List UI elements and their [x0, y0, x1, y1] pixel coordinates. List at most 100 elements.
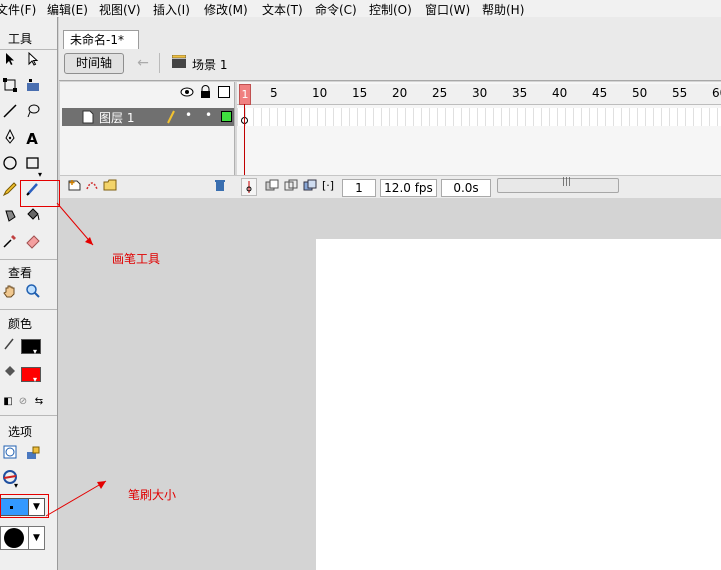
- layer-row[interactable]: 图层 1 • •: [62, 108, 234, 126]
- ruler-tick: 5: [270, 86, 278, 100]
- lock-dot-icon[interactable]: •: [205, 108, 212, 122]
- fill-color-swatch[interactable]: [21, 367, 41, 382]
- brush-tool-highlight-box: [20, 180, 60, 207]
- layer-page-icon: [82, 110, 94, 127]
- current-frame-field[interactable]: 1: [342, 179, 376, 197]
- subselection-tool-icon[interactable]: [23, 51, 43, 72]
- layer-name[interactable]: 图层 1: [99, 109, 134, 126]
- modify-onion-markers-icon[interactable]: [·]: [322, 179, 334, 192]
- lasso-tool-icon[interactable]: [23, 103, 43, 123]
- divider: [159, 53, 160, 73]
- ruler-tick: 15: [352, 86, 368, 100]
- menu-view[interactable]: 视图(V): [99, 1, 141, 18]
- brush-mode-icon[interactable]: [0, 445, 20, 465]
- menu-bar: 文件(F) 编辑(E) 视图(V) 插入(I) 修改(M) 文本(T) 命令(C…: [0, 0, 721, 18]
- text-tool-icon[interactable]: A: [22, 129, 42, 149]
- scene-label[interactable]: 场景 1: [192, 56, 227, 73]
- frame-rate-field[interactable]: 12.0 fps: [380, 179, 437, 197]
- lock-icon[interactable]: [200, 85, 211, 101]
- timeline-footer: [·] 1 12.0 fps 0.0s ◂: [60, 175, 721, 198]
- scene-clapper-icon: [171, 54, 187, 68]
- brush-size-arrow: [45, 480, 107, 517]
- paint-bucket-tool-icon[interactable]: [23, 207, 43, 227]
- ruler-tick: 35: [512, 86, 528, 100]
- frame-ruler[interactable]: 5 10 15 20 25 30 35 40 45 50 55 60: [237, 84, 721, 105]
- swap-colors-icon[interactable]: ⇆: [29, 392, 49, 412]
- onion-outlines-icon[interactable]: [284, 179, 298, 196]
- gradient-transform-tool-icon[interactable]: [23, 77, 43, 97]
- back-arrow-icon[interactable]: ←: [133, 53, 153, 73]
- add-motion-guide-icon[interactable]: [85, 179, 99, 194]
- brush-tool-arrow: [56, 202, 94, 246]
- frames-row[interactable]: [237, 108, 721, 126]
- ruler-tick: 10: [312, 86, 328, 100]
- brush-tool-annotation: 画笔工具: [112, 252, 161, 266]
- timeline-horizontal-scrollbar[interactable]: |||: [497, 177, 619, 193]
- playhead[interactable]: 1: [239, 84, 251, 105]
- edit-multiple-frames-icon[interactable]: [303, 179, 317, 196]
- zoom-tool-icon[interactable]: [23, 283, 43, 303]
- menu-control[interactable]: 控制(O): [369, 1, 412, 18]
- pencil-tool-icon[interactable]: [0, 181, 20, 201]
- menu-insert[interactable]: 插入(I): [153, 1, 190, 18]
- ruler-tick: 30: [472, 86, 488, 100]
- eraser-tool-icon[interactable]: [23, 233, 43, 253]
- delete-layer-icon[interactable]: [214, 179, 226, 195]
- elapsed-time-field[interactable]: 0.0s: [441, 179, 491, 197]
- ruler-tick: 60: [712, 86, 721, 100]
- lock-fill-icon[interactable]: [23, 445, 43, 465]
- timeline-toggle-button[interactable]: 时间轴: [64, 53, 124, 74]
- stroke-color-icon: [0, 337, 20, 357]
- ruler-tick: 45: [592, 86, 608, 100]
- rectangle-dropdown-icon[interactable]: ▾: [38, 170, 42, 179]
- stroke-color-dropdown-icon[interactable]: ▾: [33, 347, 37, 356]
- insert-folder-icon[interactable]: [103, 179, 117, 194]
- eyedropper-tool-icon[interactable]: [0, 233, 20, 253]
- menu-edit[interactable]: 编辑(E): [47, 1, 88, 18]
- eye-icon[interactable]: [180, 86, 194, 101]
- visibility-dot-icon[interactable]: •: [185, 108, 192, 122]
- ruler-tick: 20: [392, 86, 408, 100]
- brush-pressure-dropdown-icon[interactable]: ▾: [14, 481, 18, 490]
- toolbox-divider: [0, 49, 57, 50]
- toolbox-divider: [0, 415, 57, 416]
- center-frame-icon[interactable]: [241, 178, 257, 196]
- menu-modify[interactable]: 修改(M): [204, 1, 248, 18]
- tools-title: 工具: [7, 32, 32, 46]
- toolbox-divider: [0, 259, 57, 260]
- fill-color-dropdown-icon[interactable]: ▾: [33, 375, 37, 384]
- document-tab[interactable]: 未命名-1*: [63, 30, 139, 49]
- menu-help[interactable]: 帮助(H): [482, 1, 524, 18]
- line-tool-icon[interactable]: [0, 103, 20, 123]
- insert-layer-icon[interactable]: [68, 179, 82, 194]
- view-title: 查看: [7, 266, 32, 280]
- options-title: 选项: [7, 425, 32, 439]
- fill-color-icon: [0, 364, 20, 384]
- pen-tool-icon[interactable]: [0, 128, 20, 149]
- stage-canvas[interactable]: [316, 239, 721, 570]
- brush-shape-dropdown-icon[interactable]: ▼: [28, 526, 45, 550]
- colors-title: 颜色: [7, 317, 32, 331]
- ruler-tick: 50: [632, 86, 648, 100]
- ink-bottle-tool-icon[interactable]: [0, 207, 20, 227]
- outline-color-box[interactable]: [221, 111, 232, 122]
- pencil-edit-icon: [166, 110, 176, 127]
- free-transform-tool-icon[interactable]: [0, 77, 20, 97]
- oval-tool-icon[interactable]: [0, 155, 20, 175]
- ruler-tick: 40: [552, 86, 568, 100]
- brush-size-annotation: 笔刷大小: [128, 488, 177, 502]
- stroke-color-swatch[interactable]: [21, 339, 41, 354]
- hand-tool-icon[interactable]: [0, 283, 20, 303]
- menu-window[interactable]: 窗口(W): [425, 1, 470, 18]
- brush-size-highlight-box: [0, 494, 49, 518]
- brush-shape-selector[interactable]: [0, 526, 29, 550]
- menu-text[interactable]: 文本(T): [262, 1, 303, 18]
- outline-icon[interactable]: [218, 86, 230, 98]
- menu-commands[interactable]: 命令(C): [315, 1, 357, 18]
- ruler-tick: 55: [672, 86, 688, 100]
- menu-file[interactable]: 文件(F): [0, 1, 36, 18]
- scroll-grip-icon: |||: [562, 177, 572, 187]
- selection-tool-icon[interactable]: [0, 52, 20, 72]
- layers-header: [60, 84, 234, 103]
- onion-skin-icon[interactable]: [265, 179, 279, 196]
